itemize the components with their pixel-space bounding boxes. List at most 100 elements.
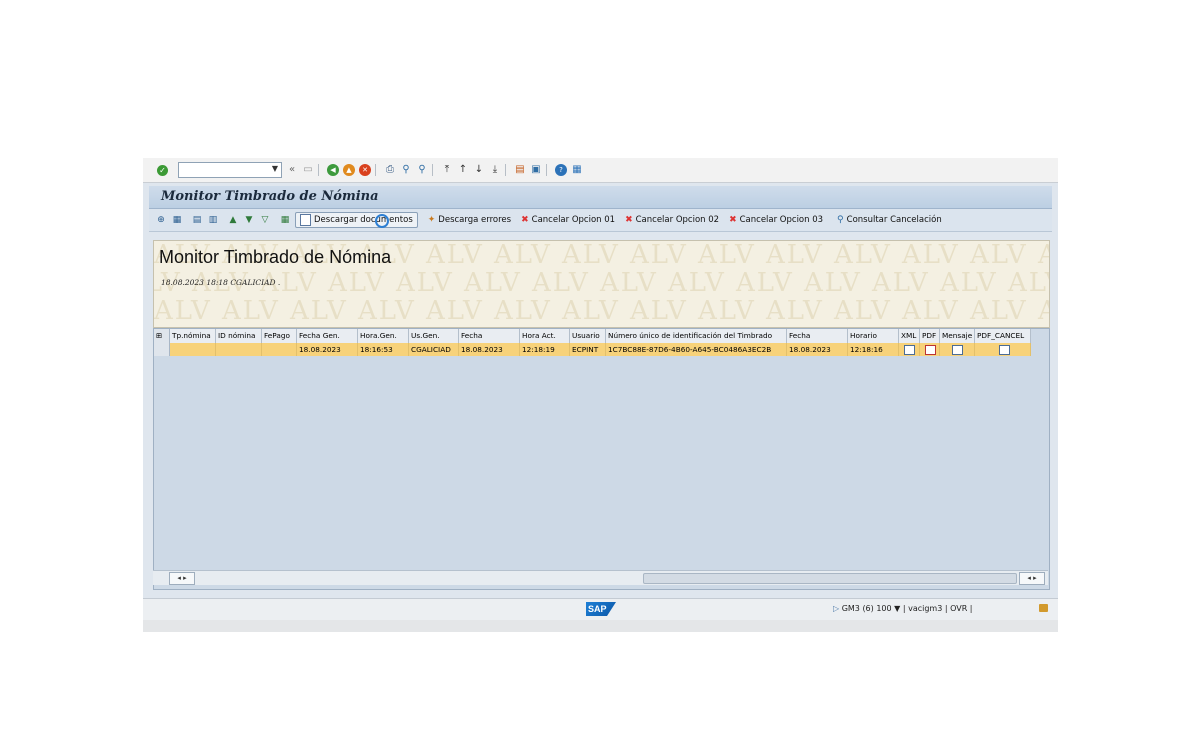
- col-hora-act[interactable]: Hora Act.: [520, 329, 570, 343]
- back-icon[interactable]: ◀: [327, 164, 339, 176]
- col-pdf-cancel[interactable]: PDF_CANCEL: [975, 329, 1031, 343]
- xml-file-icon[interactable]: [904, 345, 915, 355]
- separator: [505, 164, 506, 176]
- excel-export-icon[interactable]: ▦: [279, 214, 291, 226]
- horizontal-scrollbar[interactable]: ◂ ▸ ◂ ▸: [153, 570, 1048, 585]
- cell-tp-nomina[interactable]: [170, 343, 216, 356]
- cancel-x-icon: ✖: [729, 215, 737, 225]
- col-id-nomina[interactable]: ID nómina: [216, 329, 262, 343]
- expand-status-icon[interactable]: ▷: [833, 604, 839, 613]
- row-selector[interactable]: [154, 343, 170, 356]
- cell-horario[interactable]: 12:18:16: [848, 343, 899, 356]
- col-usuario[interactable]: Usuario: [570, 329, 606, 343]
- cancelar-opcion-02-label: Cancelar Opcion 02: [635, 215, 720, 225]
- cell-id-nomina[interactable]: [216, 343, 262, 356]
- consultar-cancelacion-label: Consultar Cancelación: [846, 215, 942, 225]
- consultar-cancelacion-button[interactable]: ⚲ Consultar Cancelación: [837, 215, 942, 225]
- system-info[interactable]: GM3 (6) 100: [842, 604, 892, 613]
- help-icon[interactable]: ?: [555, 164, 567, 176]
- customize-icon[interactable]: ▦: [571, 164, 583, 176]
- col-tp-nomina[interactable]: Tp.nómina: [170, 329, 216, 343]
- save-icon[interactable]: ▭: [302, 164, 314, 176]
- col-xml[interactable]: XML: [899, 329, 920, 343]
- table-row[interactable]: 18.08.2023 18:16:53 CGALICIAD 18.08.2023…: [154, 343, 1031, 356]
- sort-ascending-icon[interactable]: ▤: [191, 214, 203, 226]
- document-icon: [300, 214, 311, 226]
- message-file-icon[interactable]: [952, 345, 963, 355]
- scroll-right-icon[interactable]: ◂ ▸: [1019, 572, 1045, 585]
- details-icon[interactable]: ⊕: [155, 214, 167, 226]
- next-page-icon[interactable]: ↓: [473, 164, 485, 176]
- col-fecha-gen[interactable]: Fecha Gen.: [297, 329, 358, 343]
- cancelar-opcion-02-button[interactable]: ✖ Cancelar Opcion 02: [625, 215, 719, 225]
- descargar-documentos-label: Descargar documentos: [314, 215, 413, 225]
- double-left-icon[interactable]: «: [286, 164, 298, 176]
- cancelar-opcion-01-button[interactable]: ✖ Cancelar Opcion 01: [521, 215, 615, 225]
- separator: [546, 164, 547, 176]
- table-view-icon[interactable]: ▦: [171, 214, 183, 226]
- col-us-gen[interactable]: Us.Gen.: [409, 329, 459, 343]
- last-page-icon[interactable]: ⤓: [489, 164, 501, 176]
- filter-delete-icon[interactable]: ▽: [259, 214, 271, 226]
- cell-xml[interactable]: [899, 343, 920, 356]
- col-hora-gen[interactable]: Hora.Gen.: [358, 329, 409, 343]
- separator: [375, 164, 376, 176]
- col-fecha-2[interactable]: Fecha: [787, 329, 848, 343]
- col-horario[interactable]: Horario: [848, 329, 899, 343]
- mode-info[interactable]: OVR: [950, 604, 967, 613]
- status-info: ▷ GM3 (6) 100 ▼ | vacigm3 | OVR |: [833, 604, 973, 613]
- cell-hora-gen[interactable]: 18:16:53: [358, 343, 409, 356]
- cell-us-gen[interactable]: CGALICIAD: [409, 343, 459, 356]
- col-fecha[interactable]: Fecha: [459, 329, 520, 343]
- filter-icon[interactable]: ▼: [243, 214, 255, 226]
- cell-fecha-2[interactable]: 18.08.2023: [787, 343, 848, 356]
- exit-icon[interactable]: ▲: [343, 164, 355, 176]
- col-fepago[interactable]: FePago: [262, 329, 297, 343]
- bottom-strip: [143, 620, 1058, 632]
- cell-pdf-cancel[interactable]: [975, 343, 1031, 356]
- cancel-x-icon: ✖: [521, 215, 529, 225]
- server-info: vacigm3: [908, 604, 943, 613]
- enter-icon[interactable]: ✓: [157, 164, 168, 176]
- separator: [318, 164, 319, 176]
- header-title: Monitor Timbrado de Nómina: [159, 247, 392, 267]
- scroll-left-right-icon[interactable]: ◂ ▸: [169, 572, 195, 585]
- cancel-icon[interactable]: ✕: [359, 164, 371, 176]
- cell-usuario[interactable]: ECPINT: [570, 343, 606, 356]
- first-page-icon[interactable]: ⤒: [441, 164, 453, 176]
- pdf-file-icon[interactable]: [925, 345, 936, 355]
- prev-page-icon[interactable]: ↑: [457, 164, 469, 176]
- cell-pdf[interactable]: [920, 343, 940, 356]
- descargar-documentos-button[interactable]: Descargar documentos: [295, 212, 418, 228]
- descarga-errores-label: Descarga errores: [438, 215, 512, 225]
- find-icon[interactable]: ⚲: [400, 164, 412, 176]
- cell-fecha[interactable]: 18.08.2023: [459, 343, 520, 356]
- col-uuid[interactable]: Número único de identificación del Timbr…: [606, 329, 787, 343]
- cell-hora-act[interactable]: 12:18:19: [520, 343, 570, 356]
- sort-descending-icon[interactable]: ▥: [207, 214, 219, 226]
- system-dropdown-icon[interactable]: ▼: [894, 604, 900, 613]
- cell-fepago[interactable]: [262, 343, 297, 356]
- scroll-thumb[interactable]: [643, 573, 1017, 584]
- select-all-icon[interactable]: ⊞: [154, 329, 170, 343]
- command-field[interactable]: ▼: [178, 162, 282, 178]
- header-subtitle: 18.08.2023 18:18 CGALICIAD .: [161, 278, 281, 287]
- col-pdf[interactable]: PDF: [920, 329, 940, 343]
- table-header: ⊞ Tp.nómina ID nómina FePago Fecha Gen. …: [154, 329, 1031, 344]
- new-session-icon[interactable]: ▤: [514, 164, 526, 176]
- cell-uuid[interactable]: 1C7BC88E-87D6-4B60-A645-BC0486A3EC2B: [606, 343, 787, 356]
- sum-icon[interactable]: ▲: [227, 214, 239, 226]
- lock-icon[interactable]: [1039, 604, 1048, 612]
- alv-header: ALV ALV ALV ALV ALV ALV ALV ALV ALV ALV …: [153, 240, 1050, 328]
- col-mensaje[interactable]: Mensaje: [940, 329, 975, 343]
- descarga-errores-button[interactable]: ✦ Descarga errores: [428, 215, 511, 225]
- shortcut-icon[interactable]: ▣: [530, 164, 542, 176]
- mouse-cursor: [375, 214, 389, 228]
- chevron-down-icon[interactable]: ▼: [272, 164, 278, 173]
- find-next-icon[interactable]: ⚲: [416, 164, 428, 176]
- cell-fecha-gen[interactable]: 18.08.2023: [297, 343, 358, 356]
- print-icon[interactable]: ⎙: [384, 164, 396, 176]
- cell-mensaje[interactable]: [940, 343, 975, 356]
- cancelar-opcion-03-button[interactable]: ✖ Cancelar Opcion 03: [729, 215, 823, 225]
- pdf-cancel-file-icon[interactable]: [999, 345, 1010, 355]
